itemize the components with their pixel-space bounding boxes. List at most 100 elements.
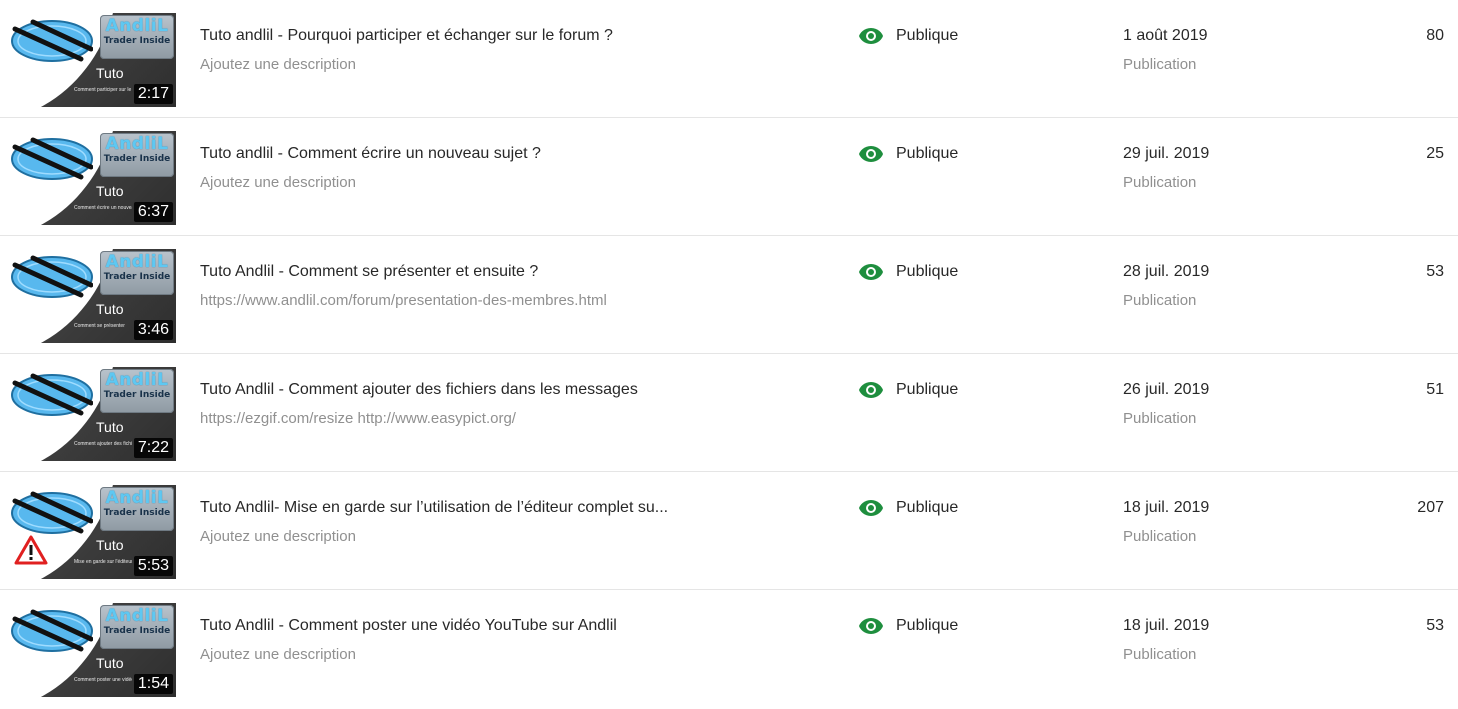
brand-logo-sub: Trader Inside <box>103 154 171 164</box>
visibility-selector[interactable]: Publique <box>858 263 958 281</box>
eye-icon <box>859 28 883 44</box>
visibility-label: Publique <box>896 381 959 398</box>
brand-logo: AndliL Trader Inside <box>100 251 174 295</box>
brand-logo: AndliL Trader Inside <box>100 15 174 59</box>
warning-icon <box>14 535 48 565</box>
video-title[interactable]: Tuto andlil - Pourquoi participer et éch… <box>200 27 613 45</box>
thumbnail-caption: Comment écrire un nouveau sujet <box>74 205 132 211</box>
eye-icon <box>859 500 883 516</box>
video-title[interactable]: Tuto Andlil - Comment poster une vidéo Y… <box>200 617 617 635</box>
video-title[interactable]: Tuto Andlil- Mise en garde sur l’utilisa… <box>200 499 668 517</box>
video-row[interactable]: AndliL Trader Inside Tuto Mise en garde … <box>0 472 1458 590</box>
view-count: 53 <box>1426 263 1444 280</box>
brand-logo-main: AndliL <box>105 370 169 390</box>
visibility-selector[interactable]: Publique <box>858 381 958 399</box>
eye-icon <box>859 264 883 280</box>
view-count: 51 <box>1426 381 1444 398</box>
thumbnail-label: Tuto <box>96 419 124 435</box>
publish-date-label: Publication <box>1123 528 1197 545</box>
video-duration: 1:54 <box>133 674 173 694</box>
video-list: AndliL Trader Inside Tuto Comment partic… <box>0 0 1458 708</box>
video-description[interactable]: Ajoutez une description <box>200 56 356 73</box>
publish-date-label: Publication <box>1123 174 1197 191</box>
video-thumbnail[interactable]: AndliL Trader Inside Tuto Comment écrire… <box>8 131 176 225</box>
brand-logo-main: AndliL <box>105 606 169 626</box>
publish-date: 18 juil. 2019 <box>1123 617 1210 634</box>
video-duration: 6:37 <box>133 202 173 222</box>
video-title[interactable]: Tuto Andlil - Comment ajouter des fichie… <box>200 381 638 399</box>
thumbnail-caption: Comment se présenter <box>74 323 125 329</box>
thumbnail-caption: Comment participer sur le forum <box>74 87 132 93</box>
video-description[interactable]: https://www.andlil.com/forum/presentatio… <box>200 292 607 309</box>
brand-logo-sub: Trader Inside <box>103 272 171 282</box>
video-row[interactable]: AndliL Trader Inside Tuto Comment se pré… <box>0 236 1458 354</box>
thumbnail-caption: Comment ajouter des fichiers dans les me… <box>74 441 132 447</box>
publish-date: 29 juil. 2019 <box>1123 145 1210 162</box>
video-duration: 2:17 <box>133 84 173 104</box>
video-description[interactable]: Ajoutez une description <box>200 646 356 663</box>
brand-logo-sub: Trader Inside <box>103 508 171 518</box>
brand-logo: AndliL Trader Inside <box>100 487 174 531</box>
brand-logo-main: AndliL <box>105 16 169 36</box>
visibility-selector[interactable]: Publique <box>858 27 958 45</box>
video-thumbnail[interactable]: AndliL Trader Inside Tuto Mise en garde … <box>8 485 176 579</box>
thumbnail-label: Tuto <box>96 183 124 199</box>
brand-logo: AndliL Trader Inside <box>100 133 174 177</box>
publish-date: 1 août 2019 <box>1123 27 1208 44</box>
disc-logo-icon <box>11 491 93 534</box>
eye-icon <box>859 146 883 162</box>
view-count: 80 <box>1426 27 1444 44</box>
visibility-label: Publique <box>896 27 959 44</box>
video-thumbnail[interactable]: AndliL Trader Inside Tuto Comment poster… <box>8 603 176 697</box>
brand-logo: AndliL Trader Inside <box>100 369 174 413</box>
visibility-label: Publique <box>896 499 959 516</box>
brand-logo: AndliL Trader Inside <box>100 605 174 649</box>
brand-logo-sub: Trader Inside <box>103 390 171 400</box>
thumbnail-label: Tuto <box>96 65 124 81</box>
video-title[interactable]: Tuto andlil - Comment écrire un nouveau … <box>200 145 541 163</box>
publish-date: 18 juil. 2019 <box>1123 499 1210 516</box>
video-description[interactable]: Ajoutez une description <box>200 528 356 545</box>
video-duration: 7:22 <box>133 438 173 458</box>
disc-logo-icon <box>11 609 93 652</box>
video-description[interactable]: Ajoutez une description <box>200 174 356 191</box>
publish-date-label: Publication <box>1123 646 1197 663</box>
disc-logo-icon <box>11 137 93 180</box>
brand-logo-main: AndliL <box>105 252 169 272</box>
view-count: 207 <box>1417 499 1444 516</box>
publish-date: 26 juil. 2019 <box>1123 381 1210 398</box>
thumbnail-label: Tuto <box>96 537 124 553</box>
view-count: 25 <box>1426 145 1444 162</box>
thumbnail-caption: Mise en garde sur l'éditeur complet <box>74 559 132 565</box>
visibility-label: Publique <box>896 617 959 634</box>
brand-logo-sub: Trader Inside <box>103 626 171 636</box>
video-duration: 3:46 <box>133 320 173 340</box>
eye-icon <box>859 618 883 634</box>
video-title[interactable]: Tuto Andlil - Comment se présenter et en… <box>200 263 538 281</box>
video-row[interactable]: AndliL Trader Inside Tuto Comment partic… <box>0 0 1458 118</box>
disc-logo-icon <box>11 373 93 416</box>
visibility-label: Publique <box>896 145 959 162</box>
publish-date-label: Publication <box>1123 56 1197 73</box>
disc-logo-icon <box>11 255 93 298</box>
visibility-selector[interactable]: Publique <box>858 617 958 635</box>
disc-logo-icon <box>11 19 93 62</box>
publish-date: 28 juil. 2019 <box>1123 263 1210 280</box>
video-row[interactable]: AndliL Trader Inside Tuto Comment poster… <box>0 590 1458 708</box>
visibility-selector[interactable]: Publique <box>858 499 958 517</box>
publish-date-label: Publication <box>1123 292 1197 309</box>
video-duration: 5:53 <box>133 556 173 576</box>
video-thumbnail[interactable]: AndliL Trader Inside Tuto Comment ajoute… <box>8 367 176 461</box>
brand-logo-sub: Trader Inside <box>103 36 171 46</box>
video-row[interactable]: AndliL Trader Inside Tuto Comment écrire… <box>0 118 1458 236</box>
video-description[interactable]: https://ezgif.com/resize http://www.easy… <box>200 410 516 427</box>
thumbnail-label: Tuto <box>96 655 124 671</box>
view-count: 53 <box>1426 617 1444 634</box>
publish-date-label: Publication <box>1123 410 1197 427</box>
eye-icon <box>859 382 883 398</box>
visibility-label: Publique <box>896 263 959 280</box>
video-thumbnail[interactable]: AndliL Trader Inside Tuto Comment se pré… <box>8 249 176 343</box>
video-row[interactable]: AndliL Trader Inside Tuto Comment ajoute… <box>0 354 1458 472</box>
visibility-selector[interactable]: Publique <box>858 145 958 163</box>
video-thumbnail[interactable]: AndliL Trader Inside Tuto Comment partic… <box>8 13 176 107</box>
